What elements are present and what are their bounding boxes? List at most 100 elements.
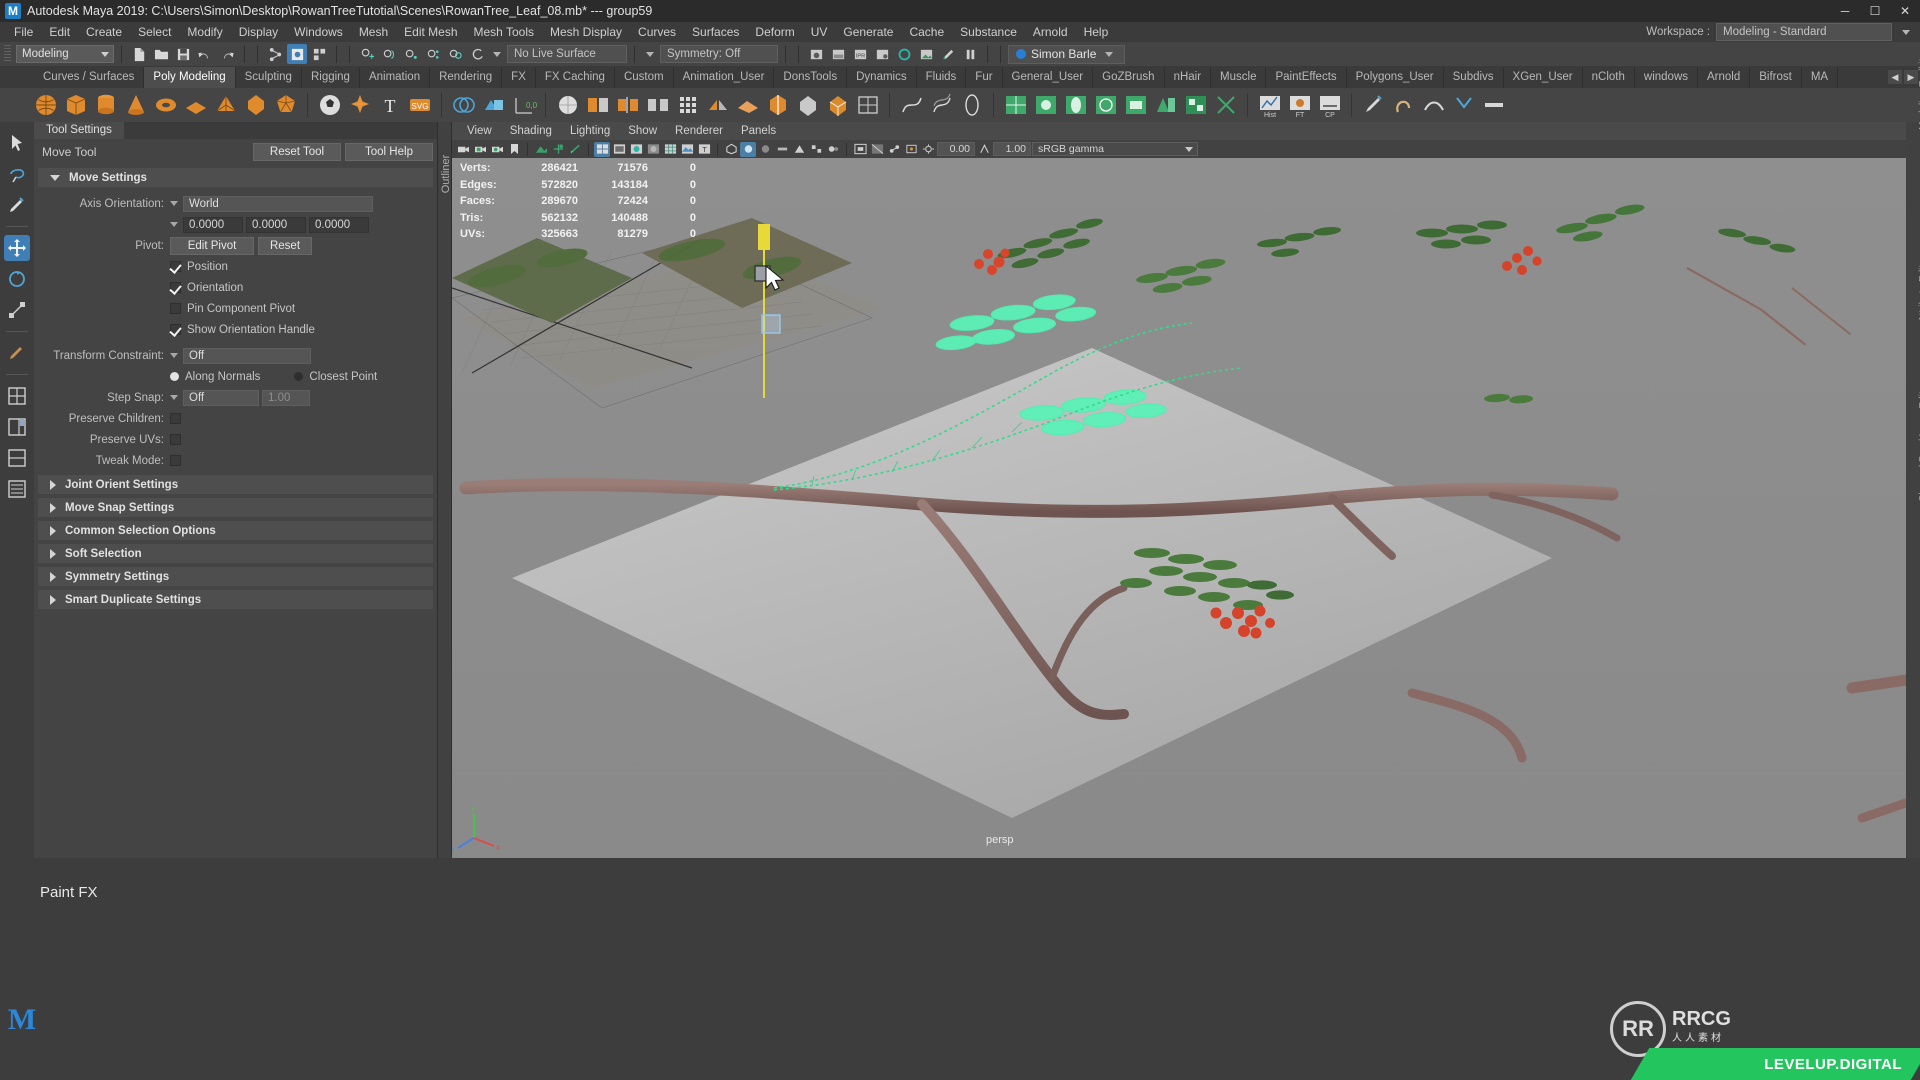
save-scene-icon[interactable] <box>173 44 193 64</box>
bookmark-icon[interactable] <box>506 142 522 157</box>
toolbar-drag-handle[interactable] <box>4 45 11 63</box>
menu-item-display[interactable]: Display <box>231 23 286 41</box>
section-symmetry-settings[interactable]: Symmetry Settings <box>38 567 433 586</box>
gpu-cache-icon[interactable] <box>567 142 583 157</box>
viewport-menu-renderer[interactable]: Renderer <box>666 124 732 138</box>
two-pane-layout-icon[interactable] <box>4 445 30 471</box>
transform-constraint-select[interactable]: Off <box>183 347 311 364</box>
axis-x-field[interactable]: 0.0000 <box>183 216 243 233</box>
ft-icon[interactable]: FT <box>1286 92 1313 119</box>
merge-icon[interactable] <box>734 92 761 119</box>
separate-icon[interactable] <box>764 92 791 119</box>
snap-to-projected-center-icon[interactable] <box>423 44 443 64</box>
multi-cut-grid-icon[interactable] <box>674 92 701 119</box>
svg-tool-icon[interactable]: SVG <box>406 92 433 119</box>
menu-item-generate[interactable]: Generate <box>835 23 901 41</box>
move-tool-icon[interactable] <box>4 235 30 261</box>
select-camera-icon[interactable] <box>455 142 471 157</box>
mirror-icon[interactable] <box>704 92 731 119</box>
menu-item-substance[interactable]: Substance <box>952 23 1025 41</box>
image-plane-icon[interactable] <box>533 142 549 157</box>
color-management-select[interactable]: sRGB gamma <box>1032 142 1198 156</box>
viewport-panel[interactable]: View Shading Lighting Show Renderer Panels <box>452 122 1920 858</box>
step-snap-select[interactable]: Off <box>183 389 259 406</box>
user-account-chip[interactable]: Simon Barle <box>1008 44 1126 64</box>
ipr-label-icon[interactable]: IPR <box>850 44 870 64</box>
uv-editor-icon[interactable] <box>1002 92 1029 119</box>
last-tool-used-icon[interactable] <box>4 340 30 366</box>
workspace-selector[interactable]: Workspace : Modeling - Standard <box>1646 22 1914 42</box>
render-current-frame-icon[interactable] <box>806 44 826 64</box>
ambient-occlusion-icon[interactable] <box>757 142 773 157</box>
section-common-selection-options[interactable]: Common Selection Options <box>38 521 433 540</box>
hist-icon[interactable]: Hist <box>1256 92 1283 119</box>
viewport-menu-shading[interactable]: Shading <box>501 124 561 138</box>
wireframe-on-shaded-icon[interactable] <box>662 142 678 157</box>
reset-tool-button[interactable]: Reset Tool <box>253 143 341 161</box>
cp-icon[interactable]: CP <box>1316 92 1343 119</box>
camera-attributes-icon[interactable] <box>489 142 505 157</box>
select-by-object-icon[interactable] <box>287 44 307 64</box>
shelf-next-arrow[interactable]: ▶ <box>1904 70 1918 84</box>
curve-tool-icon[interactable] <box>898 92 925 119</box>
hypershade-icon[interactable] <box>894 44 914 64</box>
flat-shade-icon[interactable] <box>645 142 661 157</box>
menu-item-windows[interactable]: Windows <box>286 23 351 41</box>
snap-to-point-icon[interactable] <box>401 44 421 64</box>
viewport-menu-panels[interactable]: Panels <box>732 124 785 138</box>
snap-to-view-plane-icon[interactable] <box>445 44 465 64</box>
render-settings-icon[interactable] <box>872 44 892 64</box>
axis-orientation-select[interactable]: World <box>183 195 373 212</box>
bevel-icon[interactable] <box>614 92 641 119</box>
shelf-tab-custom[interactable]: Custom <box>615 67 674 88</box>
uv-spherical-icon[interactable] <box>1092 92 1119 119</box>
snap-to-grid-icon[interactable] <box>357 44 377 64</box>
menu-item-edit[interactable]: Edit <box>41 23 78 41</box>
select-by-component-icon[interactable] <box>309 44 329 64</box>
uv-cylindrical-icon[interactable] <box>1062 92 1089 119</box>
live-surface-field[interactable]: No Live Surface <box>507 45 627 63</box>
sculpt-star-icon[interactable] <box>346 92 373 119</box>
lasso-tool-icon[interactable] <box>4 161 30 187</box>
checkbox-show-orientation-handle[interactable] <box>170 324 181 335</box>
shelf-tab-animation[interactable]: Animation <box>360 67 431 88</box>
tool-help-button[interactable]: Tool Help <box>345 143 433 161</box>
chevron-down-icon[interactable] <box>170 353 178 358</box>
viewport-menu-view[interactable]: View <box>458 124 501 138</box>
radio-closest-point[interactable] <box>294 372 304 381</box>
poly-cube-icon[interactable] <box>62 92 89 119</box>
shelf-tab-poly-modeling[interactable]: Poly Modeling <box>144 67 236 88</box>
move-settings-section-header[interactable]: Move Settings <box>38 168 433 187</box>
chevron-down-icon[interactable] <box>170 395 178 400</box>
shelf-tab-ncloth[interactable]: nCloth <box>1583 67 1635 88</box>
shelf-tab-bifrost[interactable]: Bifrost <box>1750 67 1802 88</box>
exposure-value-field[interactable]: 0.00 <box>937 142 975 156</box>
chevron-down-icon[interactable] <box>170 222 178 227</box>
shelf-tab-dynamics[interactable]: Dynamics <box>847 67 917 88</box>
poly-plane-icon[interactable] <box>182 92 209 119</box>
use-all-lights-icon[interactable] <box>723 142 739 157</box>
poly-sphere-icon[interactable] <box>32 92 59 119</box>
single-view-layout-icon[interactable] <box>4 414 30 440</box>
pause-icon[interactable] <box>960 44 980 64</box>
checkbox-preserve-uvs-[interactable] <box>170 434 181 445</box>
gamma-value-field[interactable]: 1.00 <box>993 142 1031 156</box>
uv-automatic-icon[interactable] <box>1122 92 1149 119</box>
section-soft-selection[interactable]: Soft Selection <box>38 544 433 563</box>
lock-camera-icon[interactable] <box>472 142 488 157</box>
symmetry-field[interactable]: Symmetry: Off <box>660 45 778 63</box>
shelf-tab-fluids[interactable]: Fluids <box>917 67 967 88</box>
undo-icon[interactable] <box>195 44 215 64</box>
remesh-icon[interactable] <box>824 92 851 119</box>
menu-item-mesh[interactable]: Mesh <box>351 23 396 41</box>
close-button[interactable]: ✕ <box>1890 0 1920 22</box>
tab-tool-settings[interactable]: Tool Settings <box>34 122 124 139</box>
shelf-tab-gozbrush[interactable]: GoZBrush <box>1093 67 1165 88</box>
shadows-icon[interactable] <box>740 141 756 157</box>
chevron-down-icon[interactable] <box>493 51 501 57</box>
anti-alias-icon[interactable] <box>791 142 807 157</box>
xray-active-components-icon[interactable] <box>903 142 919 157</box>
shelf-tab-animation-user[interactable]: Animation_User <box>674 67 775 88</box>
checkbox-tweak-mode-[interactable] <box>170 455 181 466</box>
viewport-3d-scene[interactable]: y x z <box>452 158 1920 858</box>
